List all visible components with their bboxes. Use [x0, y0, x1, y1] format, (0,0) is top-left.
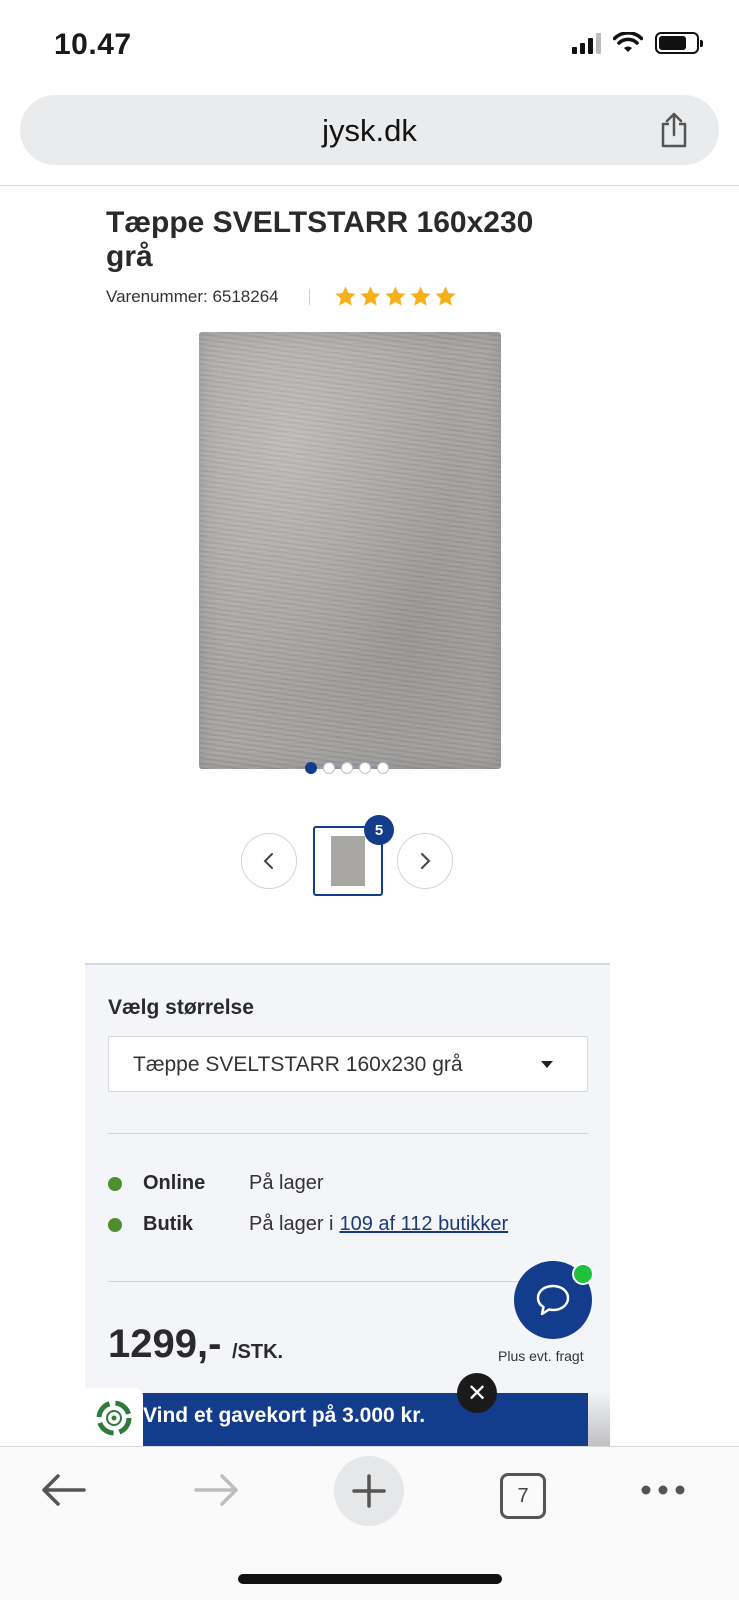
home-indicator [238, 1574, 502, 1584]
tab-count: 7 [500, 1473, 546, 1519]
star-icon [335, 286, 356, 306]
stock-online-label: Online [143, 1172, 206, 1194]
gallery-dot[interactable] [323, 762, 335, 774]
status-bar: 10.47 [0, 0, 739, 92]
address-bar[interactable]: jysk.dk [20, 95, 719, 165]
stock-status-dot [108, 1217, 122, 1232]
tabs-button[interactable]: 7 [499, 1466, 547, 1526]
chevron-left-icon [263, 853, 273, 869]
recycle-wreath-icon [96, 1400, 132, 1436]
panel-divider [108, 1133, 588, 1134]
share-icon[interactable] [657, 111, 691, 149]
status-icons [572, 32, 703, 54]
thumbnail-image [331, 836, 365, 886]
panel-divider [108, 1281, 588, 1282]
size-label: Vælg størrelse [108, 996, 254, 1019]
price-unit: /STK. [232, 1341, 284, 1363]
star-icon [360, 286, 381, 306]
gallery-dot[interactable] [341, 762, 353, 774]
gallery-dot[interactable] [359, 762, 371, 774]
more-menu-button[interactable] [638, 1460, 688, 1520]
new-tab-button[interactable] [334, 1456, 404, 1526]
cellular-signal-icon [572, 32, 601, 54]
header-divider [0, 185, 739, 186]
gallery-prev-button[interactable] [241, 833, 297, 889]
stock-online-status: På lager [249, 1172, 324, 1194]
product-image[interactable] [199, 332, 501, 769]
price-amount: 1299,- [108, 1322, 222, 1366]
plus-icon [352, 1474, 386, 1508]
status-time: 10.47 [54, 28, 132, 61]
promo-logo [85, 1388, 143, 1448]
battery-icon [655, 32, 703, 54]
arrow-left-icon [42, 1474, 86, 1506]
product-title: Tæppe SVELTSTARR 160x230 grå [106, 206, 534, 273]
more-dots-icon [641, 1485, 685, 1495]
promo-banner-text[interactable]: Vind et gavekort på 3.000 kr. [143, 1404, 425, 1428]
gallery-dots [305, 762, 389, 774]
wifi-icon [613, 32, 643, 52]
arrow-right-icon [194, 1474, 238, 1506]
back-button[interactable] [38, 1460, 88, 1520]
star-icon [385, 286, 406, 306]
stock-online-row: Online På lager [108, 1172, 324, 1195]
size-select-value: Tæppe SVELTSTARR 160x230 grå [133, 1053, 463, 1076]
star-icon [410, 286, 431, 306]
stock-status-dot [108, 1176, 122, 1191]
forward-button[interactable] [192, 1460, 242, 1520]
caret-down-icon [541, 1061, 553, 1068]
gallery-dot[interactable] [305, 762, 317, 774]
gallery-next-button[interactable] [397, 833, 453, 889]
chat-online-indicator [572, 1263, 594, 1285]
image-count-badge: 5 [364, 815, 394, 845]
close-icon[interactable]: ✕ [457, 1373, 497, 1413]
stock-store-row: Butik På lager i 109 af 112 butikker [108, 1213, 508, 1236]
gallery-dot[interactable] [377, 762, 389, 774]
star-icon [435, 286, 456, 306]
freight-note: Plus evt. fragt [498, 1348, 584, 1364]
url-text[interactable]: jysk.dk [20, 113, 719, 149]
size-select[interactable]: Tæppe SVELTSTARR 160x230 grå [108, 1036, 588, 1092]
sku-number: Varenummer: 6518264 [106, 286, 279, 306]
rating-stars[interactable] [334, 285, 457, 308]
chat-bubble-icon [536, 1284, 570, 1316]
store-availability-link[interactable]: 109 af 112 butikker [340, 1213, 509, 1236]
stock-store-status: På lager i [249, 1213, 334, 1235]
sku-separator [308, 288, 310, 305]
sku-row: Varenummer: 6518264 [106, 285, 457, 308]
stock-store-label: Butik [143, 1213, 193, 1235]
chevron-right-icon [421, 853, 431, 869]
